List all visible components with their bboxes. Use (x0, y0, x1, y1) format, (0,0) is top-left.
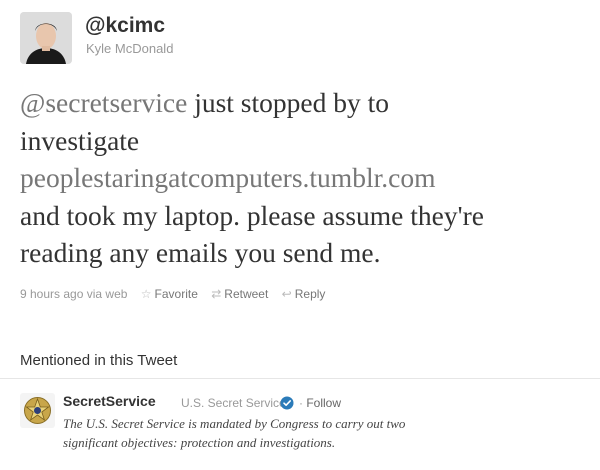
tweet-line-1: @secretservice just stopped by to (20, 84, 590, 122)
mention-link[interactable]: @secretservice (20, 87, 187, 118)
bio-line-1: The U.S. Secret Service is mandated by C… (63, 416, 406, 431)
follow-label: Follow (306, 396, 342, 410)
verified-badge-icon (280, 396, 294, 410)
reply-icon: ↩ (281, 287, 292, 301)
follow-separator: · (299, 396, 303, 410)
tweet-card: @kcimc Kyle McDonald @secretservice just… (0, 0, 600, 470)
mentioned-account-full-name[interactable]: U.S. Secret Service (181, 396, 286, 410)
favorite-label: Favorite (154, 287, 198, 301)
mentioned-account-name[interactable]: SecretService (63, 393, 156, 409)
tweet-text-segment: just stopped by to (187, 87, 389, 118)
follow-button[interactable]: · Follow (299, 396, 341, 410)
badge-star-icon (20, 393, 55, 428)
reply-button[interactable]: ↩ Reply (282, 287, 326, 301)
retweet-button[interactable]: ⇄ Retweet (211, 287, 268, 301)
tweet-text: @secretservice just stopped by to invest… (20, 84, 590, 272)
retweet-icon: ⇄ (211, 287, 222, 301)
mentioned-account-bio: The U.S. Secret Service is mandated by C… (63, 414, 483, 452)
favorite-button[interactable]: ☆ Favorite (141, 287, 198, 301)
mentioned-title: Mentioned in this Tweet (20, 352, 178, 369)
user-avatar[interactable] (20, 12, 72, 64)
divider (0, 378, 600, 379)
avatar-image (20, 12, 72, 64)
via-source: via web (86, 287, 128, 301)
user-full-name[interactable]: Kyle McDonald (86, 41, 173, 56)
star-icon: ☆ (140, 287, 152, 301)
secret-service-logo[interactable] (20, 393, 55, 428)
tweet-meta: 9 hours ago via web ☆ Favorite ⇄ Retweet… (20, 287, 325, 301)
tweet-line-4: and took my laptop. please assume they'r… (20, 199, 484, 231)
timestamp-link[interactable]: 9 hours ago (20, 287, 83, 301)
retweet-label: Retweet (224, 287, 269, 301)
url-link[interactable]: peoplestaringatcomputers.tumblr.com (20, 159, 590, 197)
bio-line-2: significant objectives: protection and i… (63, 435, 336, 450)
tweet-line-5: reading any emails you send me. (20, 237, 381, 268)
tweet-line-2: investigate (20, 124, 140, 156)
user-handle[interactable]: @kcimc (85, 14, 165, 38)
reply-label: Reply (294, 287, 326, 301)
